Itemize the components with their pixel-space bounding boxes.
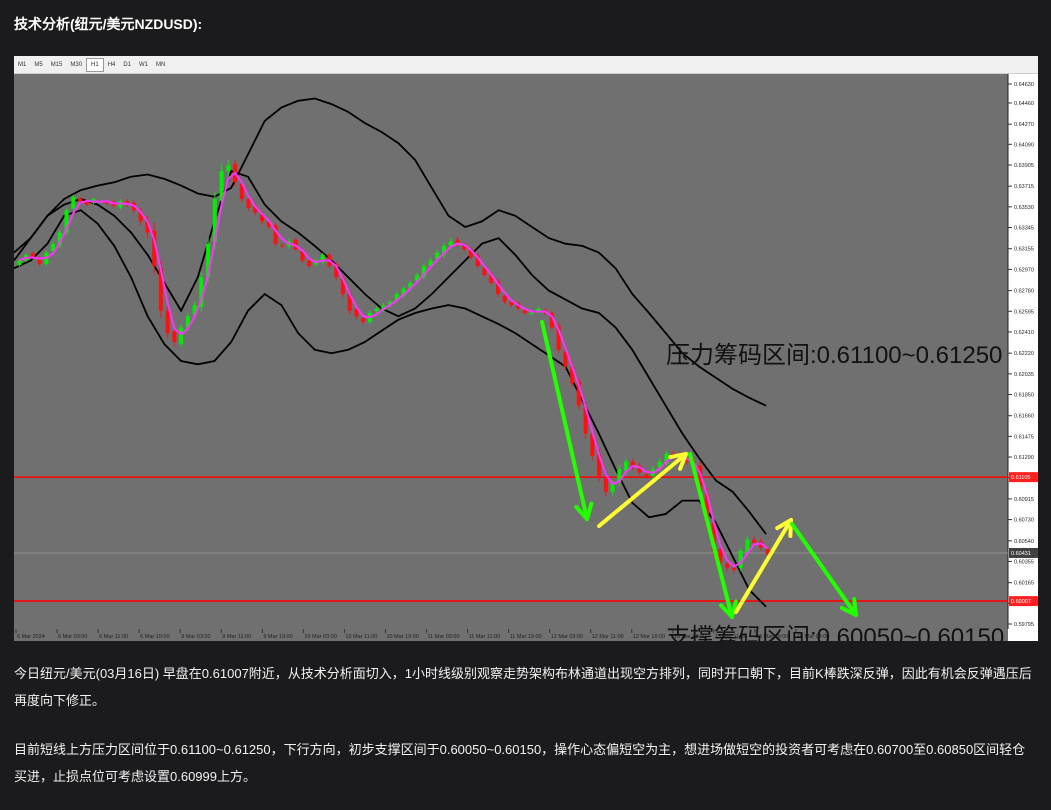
timeframe-m1[interactable]: M1 bbox=[14, 59, 30, 71]
candle-body bbox=[725, 563, 730, 568]
y-tick-label: 0.62970 bbox=[1014, 267, 1034, 273]
timeframe-toolbar: M1 M5 M15 M30 H1 H4 D1 W1 MN bbox=[14, 56, 1038, 74]
timeframe-m30[interactable]: M30 bbox=[66, 59, 86, 71]
x-tick-label: 12 Mar 11:00 bbox=[592, 634, 624, 640]
x-tick-label: 11 Mar 19:00 bbox=[510, 634, 542, 640]
x-tick-label: 6 Mar 19:00 bbox=[140, 634, 169, 640]
candle-body bbox=[522, 310, 527, 313]
y-tick-label: 0.61850 bbox=[1014, 392, 1034, 398]
x-tick-label: 11 Mar 11:00 bbox=[469, 634, 501, 640]
page-heading: 技术分析(纽元/美元NZDUSD): bbox=[14, 16, 203, 32]
resistance-label: 压力筹码区间:0.61100~0.61250 bbox=[666, 342, 1002, 369]
y-tick-label: 0.61660 bbox=[1014, 414, 1034, 420]
candle-body bbox=[179, 327, 184, 344]
timeframe-d1[interactable]: D1 bbox=[119, 59, 135, 71]
y-tick-label: 0.62220 bbox=[1014, 351, 1034, 357]
candle-body bbox=[529, 312, 534, 314]
analysis-paragraph-1: 今日纽元/美元(03月16日) 早盘在0.61007附近，从技术分析面切入，1小… bbox=[14, 666, 1032, 708]
y-tick-label: 0.63715 bbox=[1014, 184, 1034, 190]
y-tick-label: 0.63905 bbox=[1014, 163, 1034, 169]
candle-body bbox=[502, 295, 507, 302]
candle-body bbox=[17, 260, 22, 265]
y-tick-label: 0.60730 bbox=[1014, 518, 1034, 524]
timeframe-m15[interactable]: M15 bbox=[47, 59, 67, 71]
x-tick-label: 6 Mar 11:00 bbox=[99, 634, 128, 640]
x-tick-label: 9 Mar 03:00 bbox=[181, 634, 210, 640]
timeframe-w1[interactable]: W1 bbox=[135, 59, 152, 71]
candle-body bbox=[361, 317, 366, 322]
candle-body bbox=[307, 260, 312, 267]
x-tick-label: 11 Mar 03:00 bbox=[428, 634, 460, 640]
x-tick-label: 6 Mar 2024 bbox=[17, 634, 45, 640]
y-tick-label: 0.61475 bbox=[1014, 434, 1034, 440]
timeframe-h1[interactable]: H1 bbox=[86, 57, 104, 72]
y-tick-label: 0.64630 bbox=[1014, 82, 1034, 88]
x-tick-label: 10 Mar 11:00 bbox=[345, 634, 377, 640]
price-chart: 0.64630 0.64460 0.64270 0.64090 0.63905 0.637… bbox=[13, 74, 1038, 651]
y-tick-label: 0.60165 bbox=[1014, 581, 1034, 587]
y-tick-label: 0.62595 bbox=[1014, 309, 1034, 315]
candle-body bbox=[172, 331, 177, 342]
y-tick-label: 0.64090 bbox=[1014, 142, 1034, 148]
y-tick-label: 0.61290 bbox=[1014, 455, 1034, 461]
candle-body bbox=[752, 539, 757, 544]
candle-body bbox=[280, 245, 285, 247]
y-tick-label: 0.62410 bbox=[1014, 330, 1034, 336]
y-tick-label: 0.63530 bbox=[1014, 205, 1034, 211]
x-tick-label: 12 Mar 19:00 bbox=[633, 634, 665, 640]
candle-body bbox=[603, 477, 608, 492]
candle-body bbox=[226, 165, 231, 172]
timeframe-h4[interactable]: H4 bbox=[104, 59, 120, 71]
candle-body bbox=[644, 474, 649, 477]
candle-body bbox=[374, 308, 379, 312]
timeframe-mn[interactable]: MN bbox=[152, 59, 169, 71]
x-tick-label: 9 Mar 19:00 bbox=[263, 634, 292, 640]
y-tick-label: 0.59795 bbox=[1014, 622, 1034, 628]
y-tick-label: 0.63345 bbox=[1014, 226, 1034, 232]
price-tag-label: 0.60431 bbox=[1011, 551, 1031, 557]
y-tick-label: 0.64460 bbox=[1014, 101, 1034, 107]
candle-body bbox=[610, 483, 615, 492]
x-tick-label: 9 Mar 11:00 bbox=[222, 634, 251, 640]
chart-svg: 0.64630 0.64460 0.64270 0.64090 0.63905 0.637… bbox=[13, 74, 1038, 651]
candle-body bbox=[246, 199, 251, 208]
candle-body bbox=[165, 310, 170, 334]
x-tick-label: 6 Mar 03:00 bbox=[58, 634, 87, 640]
y-tick-label: 0.60915 bbox=[1014, 497, 1034, 503]
y-tick-label: 0.60540 bbox=[1014, 539, 1034, 545]
y-tick-label: 0.62780 bbox=[1014, 289, 1034, 295]
x-tick-label: 12 Mar 03:00 bbox=[551, 634, 583, 640]
x-tick-label: 10 Mar 03:00 bbox=[304, 634, 336, 640]
analysis-paragraph-2: 目前短线上方压力区间位于0.61100~0.61250，下行方向，初步支撑区间于… bbox=[14, 742, 1026, 784]
chart-panel: M1 M5 M15 M30 H1 H4 D1 W1 MN 0.64630 0.64460 0.642… bbox=[13, 56, 1038, 651]
support-label: 支撑筹码区间:0.60050~0.60150 bbox=[666, 624, 1004, 641]
timeframe-m5[interactable]: M5 bbox=[30, 59, 46, 71]
y-tick-label: 0.64270 bbox=[1014, 122, 1034, 128]
price-tag-label: 0.61105 bbox=[1011, 475, 1030, 481]
y-tick-label: 0.60355 bbox=[1014, 559, 1034, 565]
y-tick-label: 0.63155 bbox=[1014, 247, 1034, 253]
candle-body bbox=[731, 567, 736, 570]
candle-body bbox=[71, 196, 76, 209]
candle-body bbox=[78, 198, 83, 202]
price-tag-label: 0.60007 bbox=[1011, 599, 1031, 605]
x-tick-label: 10 Mar 19:00 bbox=[386, 634, 418, 640]
y-tick-label: 0.62035 bbox=[1014, 372, 1034, 378]
